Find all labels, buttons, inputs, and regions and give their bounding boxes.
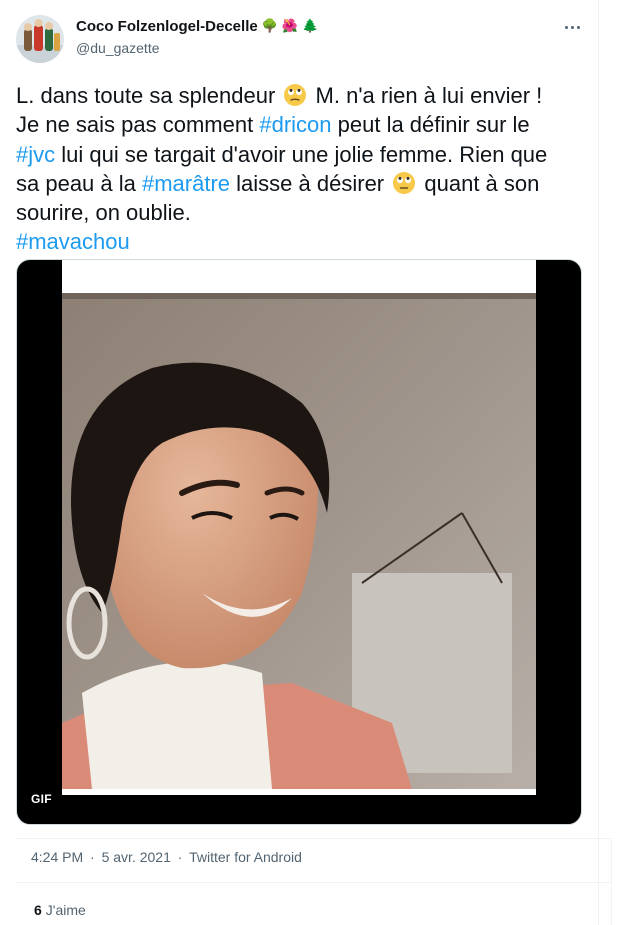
tweet-text-segment: laisse à désirer: [236, 170, 385, 196]
tweet-text-segment: L. dans toute sa splendeur: [16, 83, 276, 108]
more-options-button[interactable]: [557, 14, 587, 40]
hashtag-jvc[interactable]: #jvc: [16, 142, 55, 167]
tweet-meta: 4:24 PM · 5 avr. 2021 · Twitter for Andr…: [31, 849, 302, 865]
tweet-card: Coco Folzenlogel-Decelle 🌳 🌺 🌲 @du_gazet…: [0, 0, 599, 925]
tweet-text-segment: M. n'a rien à lui envier !: [315, 83, 543, 108]
likes-count: 6: [34, 902, 42, 918]
author-name-line[interactable]: Coco Folzenlogel-Decelle 🌳 🌺 🌲: [76, 18, 318, 35]
hashtag-mavachou[interactable]: #mavachou: [16, 229, 130, 254]
likes-link[interactable]: 6 J'aime: [34, 902, 86, 918]
tweet-date[interactable]: 5 avr. 2021: [102, 849, 171, 865]
more-icon: [564, 25, 568, 29]
evergreen-emoji: 🌲: [302, 19, 319, 34]
tweet-time[interactable]: 4:24 PM: [31, 849, 83, 865]
meta-separator: ·: [177, 849, 183, 865]
tweet-line-2: Je ne sais pas comment #dricon peut la d…: [16, 110, 586, 139]
tweet-text-segment: sourire, on oublie.: [16, 200, 191, 226]
face-with-rolling-eyes-icon: [393, 171, 416, 194]
gif-still-image: [62, 293, 536, 789]
tweet-line-5: sourire, on oublie.: [16, 198, 586, 227]
hashtag-maratre[interactable]: #marâtre: [142, 171, 230, 196]
gif-media[interactable]: GIF: [16, 259, 582, 825]
author-display-name[interactable]: Coco Folzenlogel-Decelle: [76, 18, 258, 35]
flower-emoji: 🌺: [281, 19, 299, 34]
face-with-rolling-eyes-icon: [284, 84, 307, 106]
tweet-text-segment: lui qui se targait d'avoir une jolie fem…: [61, 141, 548, 167]
hashtag-dricon[interactable]: #dricon: [259, 112, 331, 137]
tweet-line-3: #jvc lui qui se targait d'avoir une joli…: [16, 140, 586, 169]
meta-separator: ·: [90, 849, 95, 865]
tweet-text: L. dans toute sa splendeur M. n'a rien à…: [16, 81, 586, 257]
author-handle[interactable]: @du_gazette: [76, 40, 160, 56]
gif-badge: GIF: [27, 789, 56, 809]
tweet-source[interactable]: Twitter for Android: [189, 849, 302, 865]
tree-emoji: 🌳: [261, 19, 278, 34]
more-icon-dot: [576, 25, 580, 29]
tweet-line-6: #mavachou: [16, 227, 586, 256]
meta-top-divider: [16, 838, 612, 839]
more-icon-dot: [570, 25, 574, 29]
tweet-text-segment: sa peau à la: [16, 170, 136, 196]
likes-label: J'aime: [45, 902, 86, 918]
tweet-line-4: sa peau à la #marâtre laisse à désirer q…: [16, 169, 586, 198]
stats-divider: [16, 882, 612, 883]
avatar[interactable]: [16, 15, 64, 63]
avatar-icon: [16, 15, 64, 63]
tweet-text-segment: Je ne sais pas comment: [16, 112, 254, 138]
tweet-text-segment: peut la définir sur le: [337, 112, 530, 138]
tweet-text-segment: quant à son: [424, 170, 540, 196]
tweet-line-1: L. dans toute sa splendeur M. n'a rien à…: [16, 81, 586, 110]
